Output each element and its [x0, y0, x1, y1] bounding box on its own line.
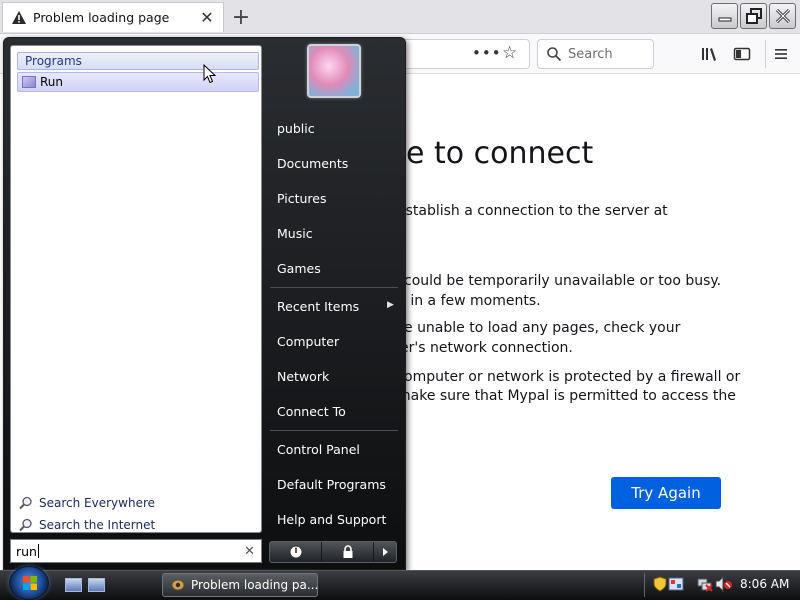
start-search-value: run	[16, 543, 37, 559]
tab-close-icon[interactable]: ✕	[199, 8, 215, 27]
programs-pane: Programs Run Search Everywhere Search th…	[10, 45, 262, 533]
start-menu: Programs Run Search Everywhere Search th…	[3, 37, 406, 570]
system-clock[interactable]: 8:06 AM	[740, 577, 789, 591]
shutdown-options-button[interactable]	[374, 542, 396, 562]
error-bullet-3b: make sure that Mypal is permitted to acc…	[397, 388, 736, 404]
clear-search-icon[interactable]: ✕	[244, 544, 255, 559]
run-item-label: Run	[40, 75, 64, 89]
search-placeholder: Search	[568, 47, 613, 62]
search-icon	[546, 46, 562, 65]
submenu-arrow-icon: ▶	[387, 300, 394, 310]
start-item-default-programs[interactable]: Default Programs	[277, 477, 386, 492]
page-actions-icon[interactable]: •••	[472, 44, 502, 62]
start-item-public[interactable]: public	[277, 121, 315, 136]
user-avatar[interactable]	[307, 44, 361, 98]
start-item-pictures[interactable]: Pictures	[277, 191, 327, 206]
warning-icon	[11, 10, 27, 26]
security-shield-icon[interactable]	[652, 576, 668, 592]
start-item-documents[interactable]: Documents	[277, 156, 348, 171]
volume-muted-icon[interactable]	[715, 575, 732, 593]
start-item-network[interactable]: Network	[277, 369, 329, 384]
sidebar-icon[interactable]	[731, 43, 753, 65]
taskbar-window-button[interactable]: Problem loading pa...	[162, 573, 318, 597]
lock-button[interactable]	[322, 542, 374, 562]
start-item-computer[interactable]: Computer	[277, 334, 339, 349]
show-desktop-icon[interactable]	[65, 578, 82, 592]
menu-icon[interactable]	[770, 43, 792, 65]
start-button[interactable]	[9, 566, 49, 600]
lock-icon	[343, 545, 352, 558]
run-program-item[interactable]: Run	[17, 72, 259, 92]
text-caret	[37, 544, 39, 558]
new-tab-button[interactable]: +	[228, 4, 254, 30]
start-item-control-panel[interactable]: Control Panel	[277, 442, 360, 457]
start-search-field[interactable]: run ✕	[10, 539, 262, 563]
start-item-games[interactable]: Games	[277, 261, 321, 276]
switch-windows-icon[interactable]	[88, 578, 105, 592]
tab-problem-loading[interactable]: Problem loading page ✕	[2, 2, 224, 32]
network-status-icon[interactable]	[697, 576, 713, 592]
library-icon[interactable]	[699, 43, 721, 65]
arrow-right-icon	[383, 548, 388, 556]
error-bullet-1a: could be temporarily unavailable or too …	[404, 273, 722, 289]
bookmark-star-icon[interactable]: ☆	[502, 43, 517, 63]
start-item-recent-items[interactable]: Recent Items ▶	[277, 299, 397, 314]
start-item-music[interactable]: Music	[277, 226, 313, 241]
recent-items-label: Recent Items	[277, 299, 360, 314]
search-internet-link[interactable]: Search the Internet	[19, 518, 155, 532]
tray-divider	[644, 573, 645, 597]
taskbar-window-label: Problem loading pa...	[191, 578, 318, 592]
search-everywhere-link[interactable]: Search Everywhere	[19, 496, 155, 510]
menu-separator	[270, 287, 398, 288]
browser-app-icon	[171, 579, 185, 591]
start-item-help-support[interactable]: Help and Support	[277, 512, 386, 527]
windows-logo-icon	[23, 576, 37, 590]
search-internet-label: Search the Internet	[39, 518, 156, 532]
run-icon	[22, 76, 36, 88]
error-description: establish a connection to the server at	[397, 203, 668, 219]
magnifier-icon	[19, 496, 32, 510]
menu-separator	[270, 430, 398, 431]
error-bullet-2a: e unable to load any pages, check your	[404, 320, 681, 336]
search-input[interactable]: Search	[537, 39, 654, 69]
programs-group-header: Programs	[17, 52, 259, 70]
try-again-button[interactable]: Try Again	[611, 477, 721, 509]
minimize-button[interactable]	[711, 3, 738, 29]
search-everywhere-label: Search Everywhere	[39, 496, 155, 510]
tab-title: Problem loading page	[33, 10, 170, 25]
error-bullet-3a: omputer or network is protected by a fir…	[404, 369, 741, 385]
restore-button[interactable]	[740, 3, 767, 29]
tray-app-icon[interactable]	[668, 576, 684, 592]
error-bullet-1b: n in a few moments.	[397, 293, 541, 309]
toolbar-separator	[765, 40, 766, 68]
tab-strip: Problem loading page ✕ +	[0, 0, 800, 34]
url-bar[interactable]: ••• ☆	[392, 39, 530, 69]
power-button[interactable]	[270, 542, 322, 562]
mouse-cursor-icon	[203, 64, 217, 84]
power-icon	[289, 545, 302, 559]
error-title: e to connect	[406, 136, 594, 171]
power-controls	[269, 541, 397, 563]
close-window-button[interactable]	[769, 3, 796, 29]
magnifier-icon	[19, 518, 32, 532]
error-bullet-2b: er's network connection.	[400, 340, 573, 356]
start-item-connect-to[interactable]: Connect To	[277, 404, 346, 419]
